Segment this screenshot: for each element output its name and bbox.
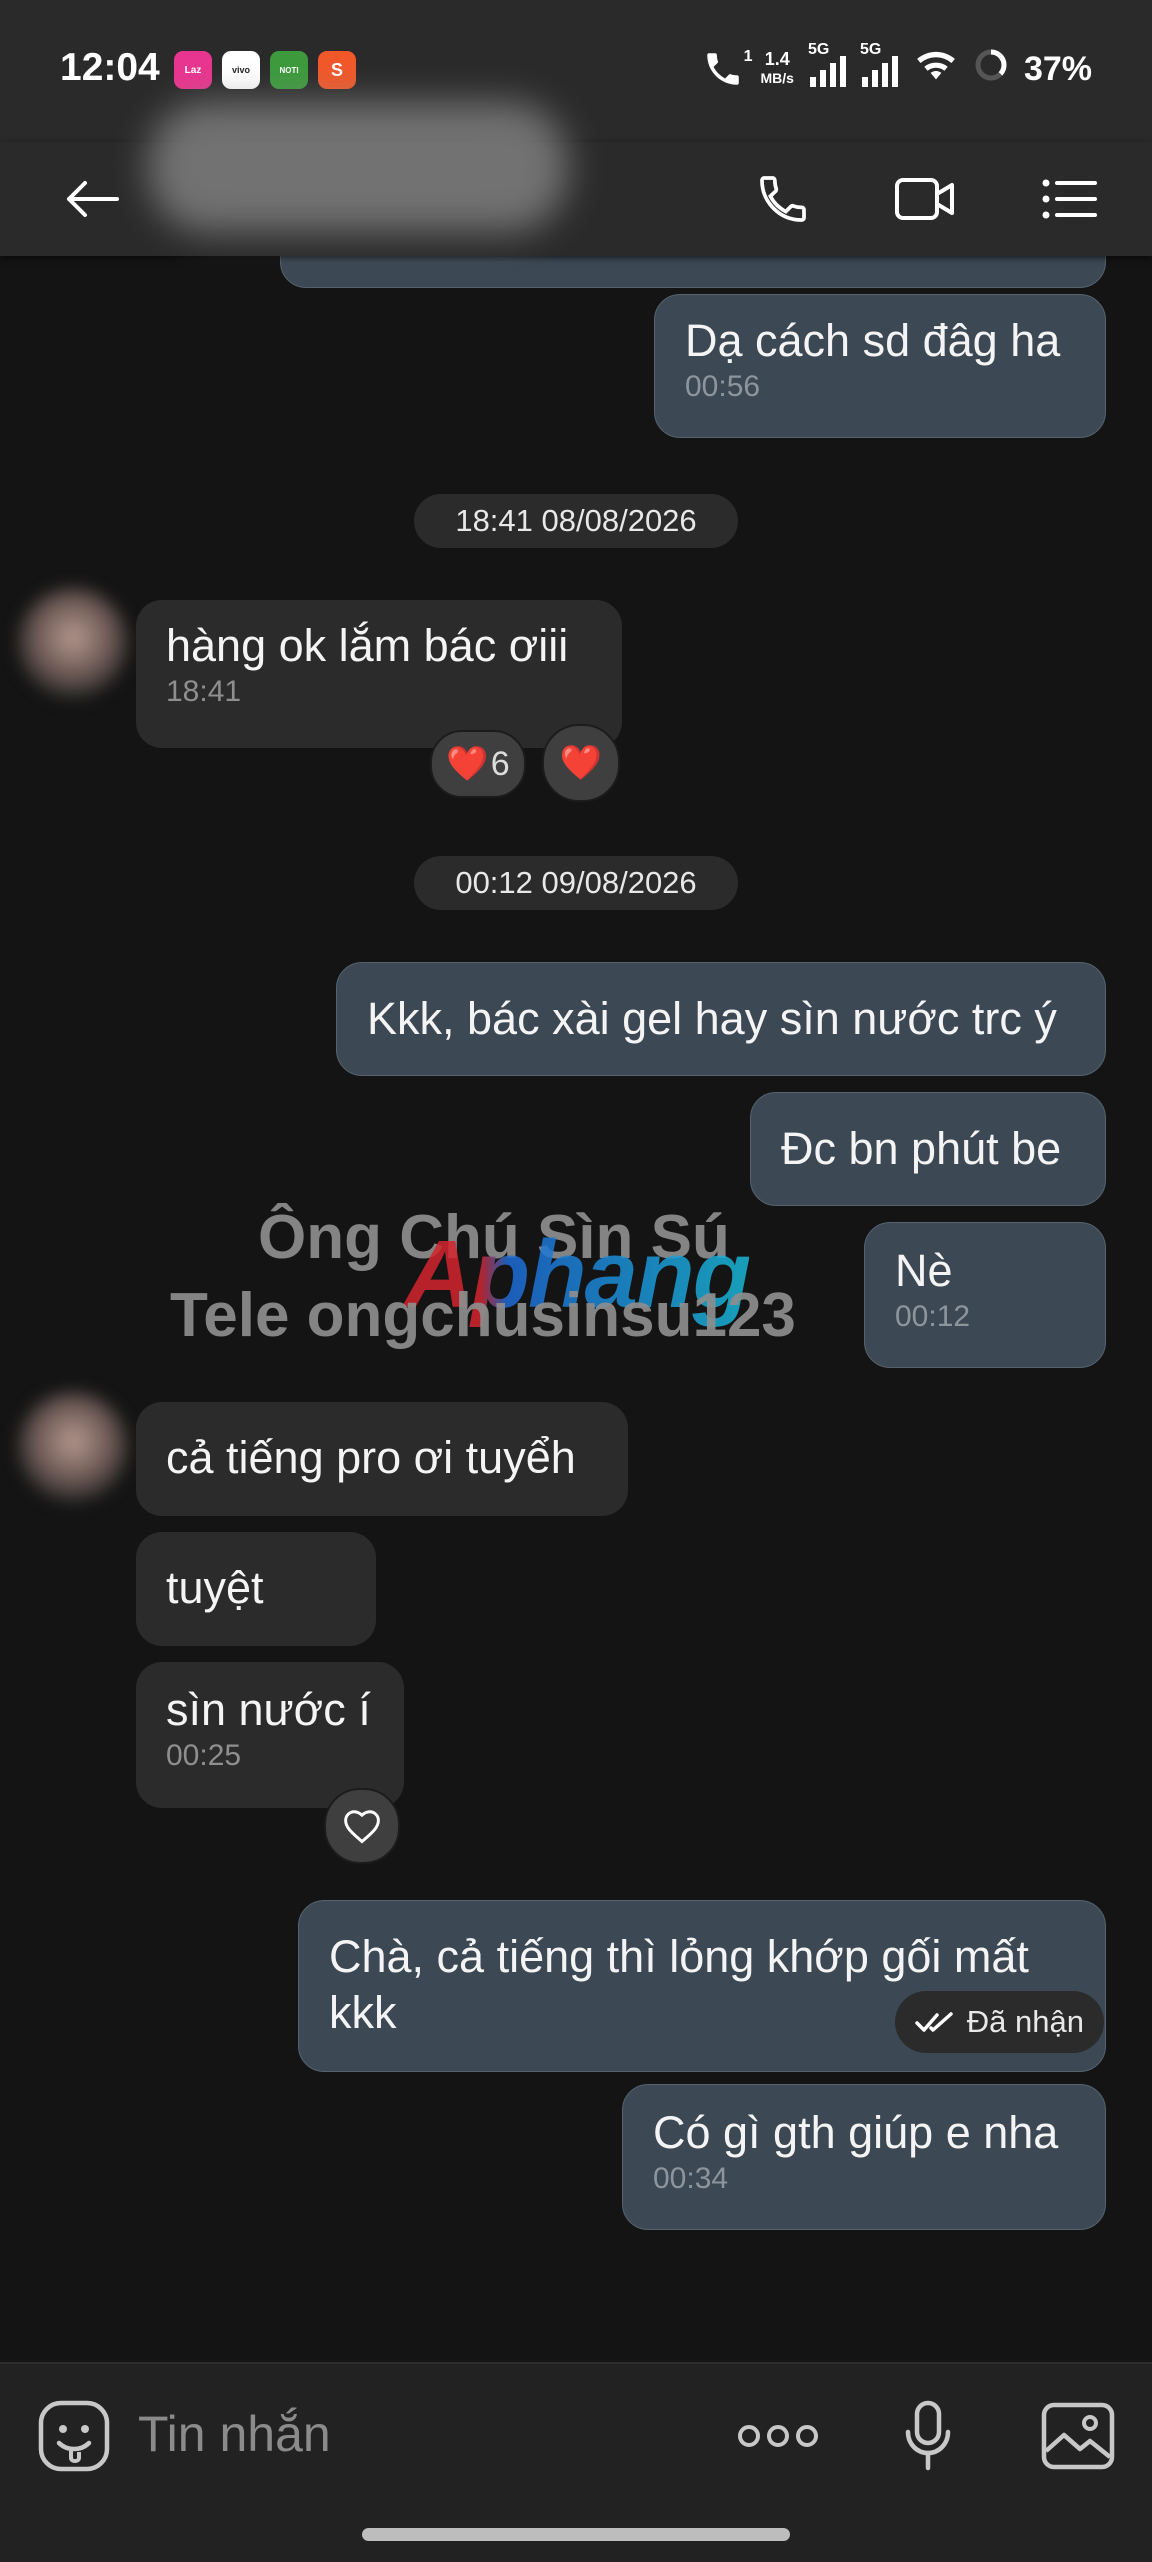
battery-percent: 37% bbox=[1023, 49, 1092, 88]
message-bubble-outgoing[interactable]: Kkk, bác xài gel hay sìn nước trc ý bbox=[336, 962, 1106, 1076]
net-speed-unit: MB/s bbox=[760, 70, 794, 86]
double-check-icon bbox=[915, 2012, 953, 2032]
message-bubble-incoming[interactable]: hàng ok lắm bác ơiii 18:41 bbox=[136, 600, 622, 748]
home-indicator[interactable] bbox=[362, 2528, 790, 2541]
react-heart-button[interactable] bbox=[324, 1788, 400, 1864]
call-indicator: 1 bbox=[743, 48, 753, 65]
sim1-label: 5G bbox=[807, 41, 830, 58]
voice-call-button[interactable] bbox=[748, 164, 818, 234]
status-indicators: 1 1.4 MB/s 5G 5G 37% bbox=[702, 41, 1092, 94]
battery-ring-icon bbox=[974, 48, 1008, 91]
message-bubble-outgoing[interactable]: Nè 00:12 bbox=[864, 1222, 1106, 1368]
phone-icon bbox=[760, 176, 806, 222]
message-text: Nè bbox=[895, 1245, 953, 1296]
status-time: 12:04 bbox=[60, 46, 160, 89]
message-time: 18:41 bbox=[166, 675, 242, 708]
message-bubble-incoming[interactable]: tuyệt bbox=[136, 1532, 376, 1646]
message-text: sìn nước í bbox=[166, 1684, 371, 1735]
watermark-line2: Tele ongchusinsu123 bbox=[170, 1281, 796, 1350]
read-receipt: Đã nhận bbox=[894, 1991, 1104, 2053]
message-text: tuyệt bbox=[166, 1562, 264, 1613]
wifi-icon bbox=[914, 47, 958, 92]
signal-sim1-icon: 5G bbox=[808, 41, 846, 87]
heart-outline-icon bbox=[344, 1810, 380, 1844]
sticker-face-icon bbox=[38, 2400, 110, 2472]
message-bubble-outgoing[interactable]: Dạ cách sd đâg ha 00:56 bbox=[654, 294, 1106, 438]
message-text: hàng ok lắm bác ơiii bbox=[166, 620, 569, 671]
lazada-app-icon: Laz bbox=[174, 51, 212, 89]
sim2-label: 5G bbox=[859, 41, 882, 58]
list-menu-icon bbox=[1042, 179, 1097, 219]
message-bubble-partial[interactable] bbox=[280, 256, 1106, 288]
heart-reaction-icon: ❤️ bbox=[446, 745, 489, 783]
sticker-button[interactable] bbox=[32, 2394, 116, 2478]
contact-avatar[interactable] bbox=[18, 588, 128, 698]
chat-menu-button[interactable] bbox=[1034, 164, 1104, 234]
more-dots-icon bbox=[738, 2425, 818, 2447]
message-time: 00:34 bbox=[653, 2162, 729, 2195]
message-time: 00:25 bbox=[166, 1739, 242, 1772]
back-button[interactable] bbox=[58, 164, 128, 234]
net-speed: 1.4 MB/s bbox=[760, 50, 793, 88]
reaction-count: 6 bbox=[490, 744, 510, 783]
arrow-left-icon bbox=[67, 181, 119, 217]
reaction-summary[interactable]: ❤️ 6 bbox=[430, 730, 526, 798]
message-bubble-outgoing[interactable]: Có gì gth giúp e nha 00:34 bbox=[622, 2084, 1106, 2230]
more-options-button[interactable] bbox=[736, 2394, 820, 2478]
video-camera-icon bbox=[895, 178, 954, 220]
voice-message-button[interactable] bbox=[886, 2394, 970, 2478]
heart-icon: ❤️ bbox=[559, 744, 603, 782]
message-text: Có gì gth giúp e nha bbox=[653, 2107, 1059, 2158]
message-text: cả tiếng pro ơi tuyểh bbox=[166, 1432, 576, 1483]
contact-avatar[interactable] bbox=[18, 1392, 128, 1502]
vivo-app-icon: vivo bbox=[222, 51, 260, 89]
message-text: Dạ cách sd đâg ha bbox=[685, 315, 1061, 366]
react-heart-button[interactable]: ❤️ bbox=[542, 724, 620, 802]
contact-name-blurred[interactable] bbox=[148, 102, 568, 232]
message-text: Kkk, bác xài gel hay sìn nước trc ý bbox=[367, 993, 1057, 1044]
date-separator: 18:41 08/08/2026 bbox=[414, 494, 738, 548]
message-bubble-outgoing[interactable]: Đc bn phút be bbox=[750, 1092, 1106, 1206]
message-input-bar: Tin nhắn bbox=[0, 2362, 1152, 2562]
image-gallery-icon bbox=[1041, 2402, 1115, 2470]
message-time: 00:56 bbox=[685, 370, 761, 403]
read-receipt-label: Đã nhận bbox=[966, 2004, 1084, 2039]
message-bubble-incoming[interactable]: cả tiếng pro ơi tuyểh bbox=[136, 1402, 628, 1516]
shopee-app-icon: S bbox=[318, 51, 356, 89]
net-speed-value: 1.4 bbox=[764, 49, 790, 69]
message-bubble-incoming[interactable]: sìn nước í 00:25 bbox=[136, 1662, 404, 1808]
noti-app-icon: NOTI bbox=[270, 51, 308, 89]
signal-sim2-icon: 5G bbox=[860, 41, 898, 87]
chat-header bbox=[0, 102, 1152, 256]
video-call-button[interactable] bbox=[890, 164, 960, 234]
date-separator: 00:12 09/08/2026 bbox=[414, 856, 738, 910]
message-time: 00:12 bbox=[895, 1300, 971, 1333]
gallery-button[interactable] bbox=[1036, 2394, 1120, 2478]
microphone-icon bbox=[905, 2400, 951, 2471]
wifi-call-icon: 1 bbox=[702, 48, 752, 90]
message-text: Đc bn phút be bbox=[781, 1123, 1062, 1174]
message-input[interactable]: Tin nhắn bbox=[138, 2404, 331, 2464]
